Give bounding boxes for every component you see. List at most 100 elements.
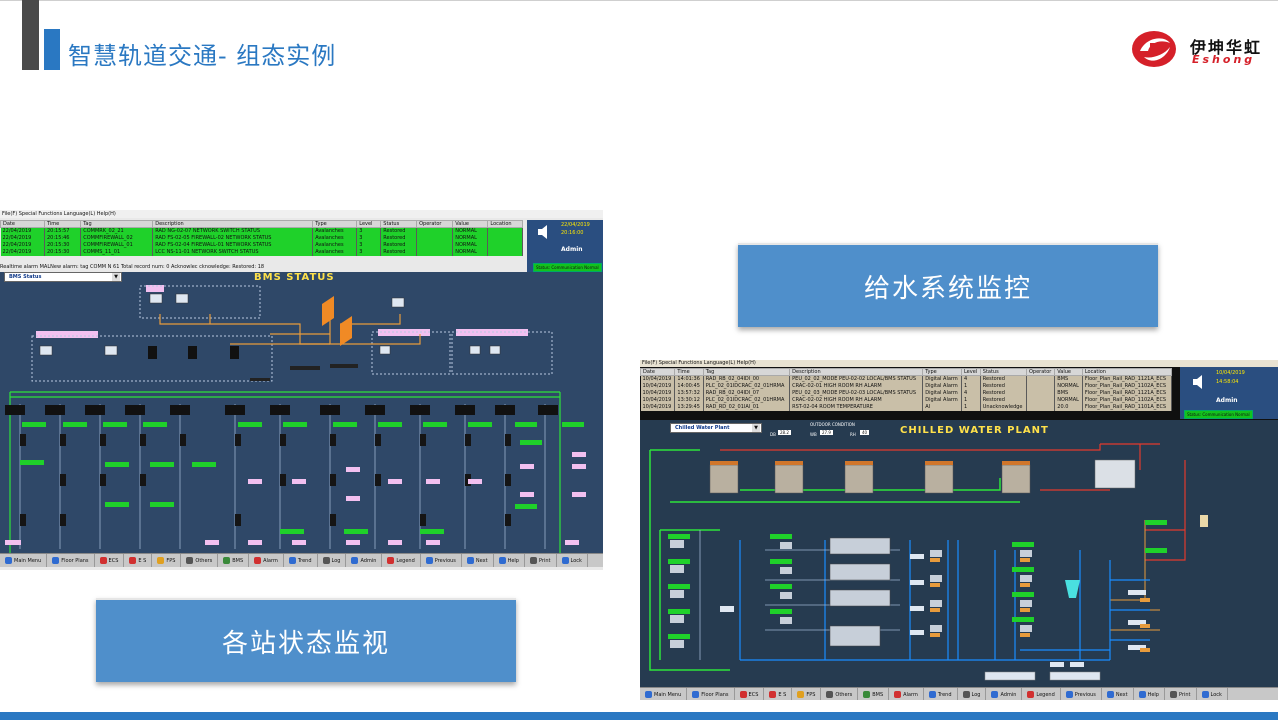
alarm-cell: RAD FS-02-04 FIREWALL-01 NETWORK STATUS (152, 241, 314, 249)
nav-button-admin[interactable]: Admin (986, 688, 1023, 700)
footer-bar (0, 712, 1278, 720)
alarm-column-header[interactable]: Type (922, 368, 962, 376)
bms-alarm-table[interactable]: Date Time Tag Description Type Level Status Ope… (0, 220, 523, 256)
alarm-column-header[interactable]: Location (487, 220, 523, 228)
alarm-column-header[interactable]: Tag (80, 220, 154, 228)
alarm-row[interactable]: 22/04/2019 20:15:30 COMMS_11_01 LCC NS-11-0… (0, 248, 523, 256)
alarm-cell: Restored (980, 382, 1027, 390)
alarm-row[interactable]: 10/04/2019 13:30:12 PLC_02_01IDCRAC_02_01H… (640, 396, 1173, 404)
nav-button-fps[interactable]: FPS (792, 688, 822, 700)
bms-view-dropdown[interactable]: BMS Status ▼ (4, 272, 122, 282)
nav-button-help[interactable]: Help (494, 554, 525, 567)
nav-button-ecs[interactable]: ECS (95, 554, 125, 567)
alarm-row[interactable]: 10/04/2019 14:00:45 PLC_02_01IDCRAC_02_01H… (640, 382, 1173, 390)
alarm-column-header[interactable]: Time (43, 220, 82, 228)
nav-button-previous[interactable]: Previous (421, 554, 462, 567)
chw-process-diagram (649, 443, 1208, 681)
nav-fps-icon (157, 557, 165, 564)
chw-comm-status-button[interactable]: Status: Communication Normal (1184, 410, 1253, 419)
nav-button-floor-plans[interactable]: Floor Plans (47, 554, 95, 567)
nav-button-bms[interactable]: BMS (858, 688, 890, 700)
nav-button-log[interactable]: Log (318, 554, 347, 567)
nav-floor-plans-icon (692, 691, 700, 698)
alarm-cell: Digital Alarm (922, 382, 962, 390)
alarm-row[interactable]: 10/04/2019 14:01:36 RAD_RB_02_04IDI_00 PEU_… (640, 375, 1173, 383)
nav-button-others[interactable]: Others (821, 688, 859, 700)
nav-button-next[interactable]: Next (462, 554, 494, 567)
alarm-cell: RAD_RB_02_04IDI_07 (703, 389, 791, 397)
bms-menubar[interactable]: File(F) Special Functions Language(L) He… (0, 210, 603, 218)
nav-button-label: Others (195, 557, 213, 564)
alarm-column-header[interactable]: Level (960, 368, 981, 376)
nav-button-trend[interactable]: Trend (284, 554, 318, 567)
alarm-row[interactable]: 10/04/2019 13:57:32 RAD_RB_02_04IDI_07 PEU_… (640, 389, 1173, 397)
nav-button-trend[interactable]: Trend (924, 688, 958, 700)
nav-button-alarm[interactable]: Alarm (249, 554, 284, 567)
alarm-cell (487, 241, 523, 249)
alarm-cell: 10/04/2019 (640, 375, 676, 383)
bms-title: BMS STATUS (254, 272, 335, 283)
alarm-cell (416, 227, 454, 235)
alarm-row[interactable]: 22/04/2019 20:15:46 COMMFIREWALL_02 RAD FS-… (0, 234, 523, 242)
nav-button-log[interactable]: Log (958, 688, 987, 700)
nav-button-main-menu[interactable]: Main Menu (0, 554, 48, 567)
alarm-column-header[interactable]: Value (452, 220, 489, 228)
nav-button-ecs[interactable]: ECS (735, 688, 765, 700)
nav-button-label: Next (1115, 691, 1128, 698)
alarm-column-header[interactable]: Operator (416, 220, 454, 228)
chw-admin-label: Admin (1216, 397, 1238, 404)
caption-station-monitoring: 各站状态监视 (96, 598, 516, 682)
chw-alarm-table[interactable]: Date Time Tag Description Type Level Status Ope… (640, 368, 1173, 411)
alarm-column-header[interactable]: Status (380, 220, 418, 228)
alarm-column-header[interactable]: Time (674, 368, 704, 376)
alarm-column-header[interactable]: Type (312, 220, 358, 228)
chw-menubar[interactable]: File(F) Special Functions Language(L) He… (640, 360, 1278, 367)
nav-button-lock[interactable]: Lock (1197, 688, 1228, 700)
nav-button-previous[interactable]: Previous (1061, 688, 1102, 700)
speaker-icon[interactable] (1192, 375, 1206, 389)
alarm-cell (1026, 375, 1056, 383)
nav-button-legend[interactable]: Legend (1022, 688, 1061, 700)
nav-help-icon (498, 557, 506, 564)
nav-button-print[interactable]: Print (525, 554, 557, 567)
alarm-column-header[interactable]: Value (1054, 368, 1083, 376)
alarm-column-header[interactable]: Location (1081, 368, 1173, 376)
nav-button-alarm[interactable]: Alarm (889, 688, 924, 700)
alarm-cell: Floor_Plan_Rail_RAD_1101A_ECS (1082, 403, 1173, 411)
alarm-cell (416, 248, 454, 256)
alarm-row[interactable]: 22/04/2019 20:15:57 COMMRK_02_21 RAD NG-02-… (0, 227, 523, 235)
nav-button-lock[interactable]: Lock (557, 554, 588, 567)
nav-button-e-s[interactable]: E S (764, 688, 793, 700)
nav-button-next[interactable]: Next (1102, 688, 1134, 700)
alarm-column-header[interactable]: Tag (702, 368, 791, 376)
nav-button-bms[interactable]: BMS (218, 554, 250, 567)
alarm-column-header[interactable]: Level (356, 220, 382, 228)
bms-comm-status-button[interactable]: Status: Communication Normal (533, 263, 602, 272)
nav-button-others[interactable]: Others (181, 554, 219, 567)
alarm-column-header[interactable]: Date (0, 220, 45, 228)
nav-trend-icon (928, 691, 936, 698)
nav-button-fps[interactable]: FPS (152, 554, 182, 567)
nav-button-floor-plans[interactable]: Floor Plans (687, 688, 735, 700)
nav-next-icon (1106, 691, 1114, 698)
alarm-column-header[interactable]: Description (789, 368, 924, 376)
alarm-row[interactable]: 10/04/2019 13:29:45 RAD_RD_02_01IAI_01 RST-… (640, 403, 1173, 411)
nav-button-e-s[interactable]: E S (124, 554, 153, 567)
nav-button-main-menu[interactable]: Main Menu (640, 688, 688, 700)
nav-button-admin[interactable]: Admin (346, 554, 383, 567)
nav-button-legend[interactable]: Legend (382, 554, 421, 567)
bms-status-line: Realtime alarm MALNew alarm: tag COMM N … (0, 264, 265, 270)
chevron-down-icon[interactable]: ▼ (112, 273, 120, 281)
nav-button-help[interactable]: Help (1134, 688, 1165, 700)
alarm-column-header[interactable]: Status (979, 368, 1027, 376)
nav-button-print[interactable]: Print (1165, 688, 1197, 700)
alarm-column-header[interactable]: Description (152, 220, 314, 228)
alarm-row[interactable]: 22/04/2019 20:15:30 COMMFIREWALL_01 RAD FS-… (0, 241, 523, 249)
alarm-column-header[interactable]: Operator (1025, 368, 1056, 376)
speaker-icon[interactable] (537, 225, 551, 239)
nav-trend-icon (288, 557, 296, 564)
nav-button-label: E S (778, 691, 787, 698)
alarm-column-header[interactable]: Date (640, 368, 676, 376)
nav-button-label: Floor Plans (61, 557, 89, 564)
nav-button-label: ECS (108, 557, 119, 564)
